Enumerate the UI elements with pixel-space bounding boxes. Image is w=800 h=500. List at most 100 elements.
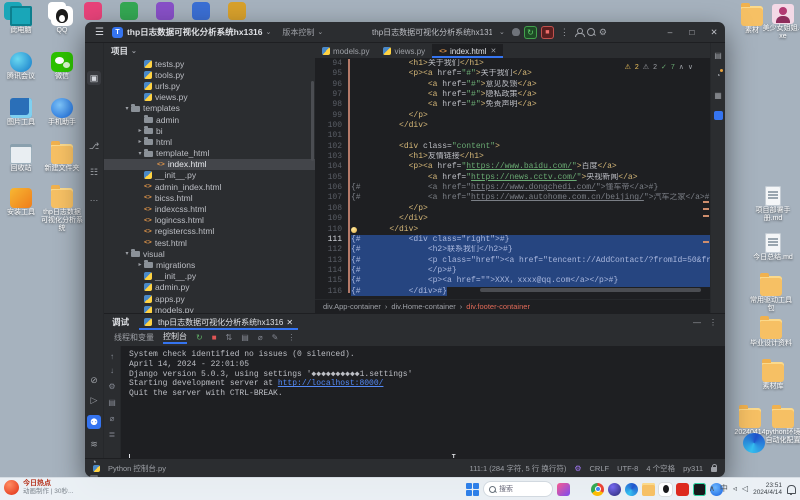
taskbar-app-edge[interactable] [625,483,638,496]
taskbar-search[interactable]: 搜索 [483,481,553,497]
rerun-button[interactable]: ↻ [524,26,537,39]
desktop-icon[interactable]: 项目部署手册.md [752,186,794,223]
desktop-icon[interactable]: 安装工具 [0,188,42,217]
line-number[interactable]: 98 [315,100,351,110]
code-line-108[interactable]: 108 </p> [315,204,711,214]
desktop-shortcut-icon[interactable] [156,2,174,20]
ime-indicator[interactable]: 中 [720,480,728,498]
line-number[interactable]: 97 [315,90,351,100]
run-config-name[interactable]: thp日志数据可视化分析系统hx1316 [372,27,492,38]
project-scrollbar[interactable] [311,81,314,161]
tree-item-tools-py[interactable]: tools.py [104,69,315,80]
stop-server-icon[interactable]: ■ [212,333,217,342]
tree-chevron-icon[interactable]: ▾ [136,150,144,157]
tree-item-template_html[interactable]: ▾template_html [104,148,315,159]
line-number[interactable]: 111 [315,235,351,245]
tree-item-views-py[interactable]: views.py [104,92,315,103]
line-number[interactable]: 95 [315,69,351,79]
rerun-server-icon[interactable]: ↻ [196,333,203,342]
desktop-icon[interactable]: 美少女姐姐.exe [762,4,800,41]
caret-position[interactable]: 111:1 (284 字符, 5 行 换行符) [469,463,566,474]
view-breakpoints-icon[interactable]: ▤ [241,333,249,342]
taskbar-app-firefox[interactable] [608,483,621,496]
code-line-107[interactable]: 107{# <a href="https://www.autohome.com.… [315,193,711,203]
interpreter[interactable]: py311 [683,464,703,473]
notifications-icon[interactable] [787,485,796,494]
breadcrumb-item[interactable]: div.Home-container [391,302,455,311]
news-widget[interactable]: 今日热点 动画制作 | 30秒... [4,480,73,495]
desktop-icon[interactable]: 常用驱动工具包 [750,276,792,313]
desktop-icon[interactable]: 图片工具 [0,98,42,127]
tree-item-admin_index-html[interactable]: <>admin_index.html [104,181,315,192]
desktop-shortcut-icon[interactable] [120,2,138,20]
code-line-100[interactable]: 100 </div> [315,121,711,131]
up-stack-icon[interactable]: ↑ [107,352,117,361]
desktop-icon[interactable]: 手机助手 [41,98,83,127]
code-line-98[interactable]: 98 <a href="#">免责声明</a> [315,100,711,110]
code-line-115[interactable]: 115{# <p><a href="">XXX，xxxx@qq.com</a><… [315,276,711,286]
project-name[interactable]: thp日志数据可视化分析系统hx1316 [127,26,263,38]
tree-item-models-py[interactable]: models.py [104,304,315,313]
taskbar-app-terminal[interactable] [574,483,587,496]
run-icon[interactable]: ▷ [87,393,101,407]
editor-area[interactable]: models.pyviews.py<>index.html✕ ⚠2 ⚠2 ✓7 … [315,43,711,313]
tree-chevron-icon[interactable]: ▸ [136,261,144,268]
close-tab-icon[interactable]: ✕ [286,318,293,327]
line-number[interactable]: 115 [315,276,351,286]
desktop-icon[interactable]: 回收站 [0,144,42,173]
intention-bulb-icon[interactable] [351,227,357,233]
tree-item-test-html[interactable]: <>test.html [104,237,315,248]
code-line-101[interactable]: 101 [315,131,711,141]
tree-item-html[interactable]: ▸html [104,136,315,147]
desktop-shortcut-icon[interactable] [228,2,246,20]
breadcrumb-item[interactable]: div.footer-container [466,302,530,311]
line-number[interactable]: 109 [315,214,351,224]
volume-icon[interactable]: ◁ [742,480,748,498]
line-separator[interactable]: CRLF [590,464,610,473]
code-line-111[interactable]: 111{# <div class="right">#} [315,235,711,245]
tree-item-tests-py[interactable]: tests.py [104,58,315,69]
line-number[interactable]: 100 [315,121,351,131]
more-icon[interactable]: ⋮ [287,333,295,342]
tree-chevron-icon[interactable]: ▾ [123,250,131,257]
desktop-icon[interactable]: 腾讯会议 [0,52,42,81]
line-number[interactable]: 94 [315,59,351,69]
desktop-icon[interactable]: 素材库 [752,362,794,391]
code-line-112[interactable]: 112{# <h2>联系我们</h2>#} [315,245,711,255]
minimize-button[interactable]: – [659,22,681,42]
tree-item-urls-py[interactable]: urls.py [104,80,315,91]
tree-item-registercss-html[interactable]: <>registercss.html [104,226,315,237]
tree-chevron-icon[interactable]: ▸ [136,127,144,134]
desktop-shortcut-icon[interactable] [192,2,210,20]
line-number[interactable]: 103 [315,152,351,162]
vcs-widget[interactable]: 版本控制 [282,27,314,38]
desktop-icon[interactable] [733,433,775,453]
line-number[interactable]: 108 [315,204,351,214]
step-icons[interactable]: ⇅ [226,333,233,342]
layout-icon[interactable]: ▤ [712,49,724,61]
prev-issue-icon[interactable]: ∧ [679,63,684,71]
tree-item-visual[interactable]: ▾visual [104,248,315,259]
project-icon[interactable]: ▣ [87,71,101,85]
code-line-103[interactable]: 103 <h1>友情链接</h1> [315,152,711,162]
code-line-99[interactable]: 99 </p> [315,111,711,121]
clear-console-icon[interactable]: ⌀ [107,414,117,423]
tree-item-bicss-html[interactable]: <>bicss.html [104,192,315,203]
scroll-end-icon[interactable]: ≣ [107,430,117,439]
taskbar-app-paint[interactable] [557,483,570,496]
close-tab-icon[interactable]: ✕ [490,47,496,55]
tree-item-apps-py[interactable]: apps.py [104,293,315,304]
line-number[interactable]: 107 [315,193,351,203]
code-line-114[interactable]: 114{# </p>#} [315,266,711,276]
services-icon[interactable]: ≋ [87,437,101,451]
desktop-icon[interactable]: 毕业设计资料 [750,319,792,348]
tray-expand-icon[interactable]: ∧ [709,480,715,498]
code-line-106[interactable]: 106{# <a href="https://www.dongchedi.com… [315,183,711,193]
status-gear-icon[interactable]: ⚙ [574,464,581,473]
minimize-panel-icon[interactable]: — [693,318,701,327]
desktop-icon[interactable]: 此电脑 [0,6,42,35]
line-number[interactable]: 114 [315,266,351,276]
status-left[interactable]: Python 控制台.py [108,463,166,474]
soft-wrap-icon[interactable]: ▤ [107,398,117,407]
tree-item-indexcss-html[interactable]: <>indexcss.html [104,203,315,214]
